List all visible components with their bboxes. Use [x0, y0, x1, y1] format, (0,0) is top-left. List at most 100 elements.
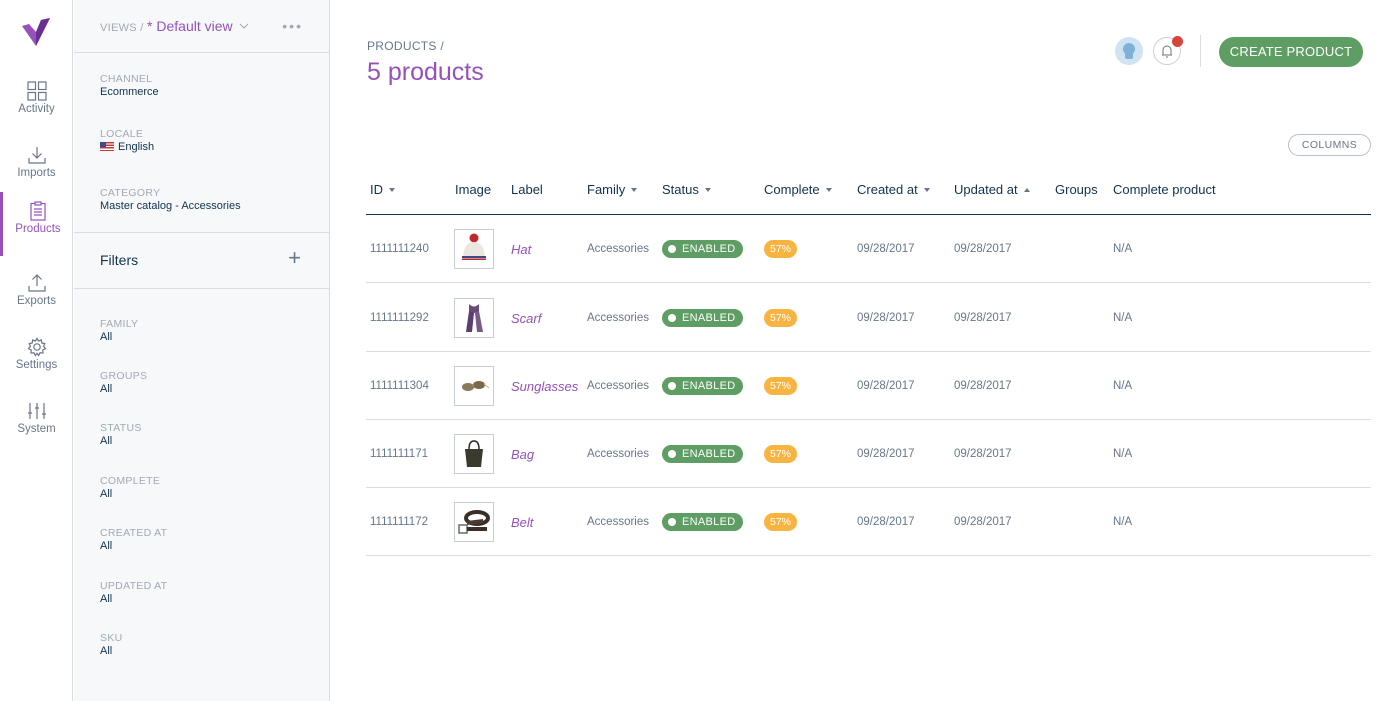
filter-key: COMPLETE: [100, 475, 161, 487]
product-image-scarf: [454, 298, 494, 338]
column-header-image: Image: [455, 182, 491, 197]
table-row[interactable]: 1111111292 Scarf Accessories ENABLED 57%…: [366, 284, 1371, 352]
cell-updated-at: 09/28/2017: [954, 516, 1012, 528]
sort-caret-icon: [825, 188, 832, 192]
views-selector[interactable]: VIEWS / * Default view: [100, 18, 249, 34]
cell-label[interactable]: Hat: [511, 215, 531, 283]
divider: [74, 52, 330, 53]
nav-label-settings: Settings: [15, 359, 58, 371]
cell-created-at: 09/28/2017: [857, 516, 915, 528]
cell-id: 1111111304: [370, 380, 429, 392]
add-filter-icon[interactable]: +: [288, 247, 301, 269]
cell-complete-product: N/A: [1113, 516, 1133, 528]
cell-label[interactable]: Scarf: [511, 284, 541, 352]
user-avatar[interactable]: [1115, 37, 1143, 65]
filter-value: All: [100, 488, 113, 500]
cell-complete-product: N/A: [1113, 448, 1133, 460]
column-header-label: Complete product: [1113, 182, 1216, 197]
nav-item-products[interactable]: Products: [0, 192, 73, 256]
product-image-hat: [454, 229, 494, 269]
status-dot-icon: [668, 518, 676, 526]
columns-button[interactable]: COLUMNS: [1288, 134, 1371, 156]
chevron-down-icon: [239, 23, 249, 29]
cell-updated-at: 09/28/2017: [954, 448, 1012, 460]
table-row[interactable]: 1111111240 Hat Accessories ENABLED 57% 0…: [366, 215, 1371, 283]
products-icon: [30, 201, 46, 221]
status-text: ENABLED: [682, 380, 736, 392]
column-header-created-at[interactable]: Created at: [857, 182, 930, 197]
divider: [74, 288, 330, 289]
cell-family: Accessories: [587, 312, 649, 324]
category-label: CATEGORY: [100, 187, 161, 199]
table-row[interactable]: 1111111172 Belt Accessories ENABLED 57% …: [366, 488, 1371, 556]
nav-item-activity[interactable]: Activity: [0, 72, 73, 136]
column-header-label: Created at: [857, 182, 918, 197]
imports-icon: [27, 147, 46, 164]
filter-updated-at[interactable]: UPDATED AT All: [100, 580, 167, 605]
column-header-id[interactable]: ID: [370, 182, 395, 197]
breadcrumb[interactable]: PRODUCTS /: [367, 39, 444, 53]
cell-label[interactable]: Bag: [511, 420, 534, 488]
settings-icon: [27, 337, 46, 357]
nav-item-settings[interactable]: Settings: [0, 328, 73, 392]
nav-item-imports[interactable]: Imports: [0, 136, 73, 200]
notification-badge: [1172, 36, 1183, 47]
table-row[interactable]: 1111111171 Bag Accessories ENABLED 57% 0…: [366, 420, 1371, 488]
cell-label[interactable]: Sunglasses: [511, 352, 578, 420]
cell-id: 1111111171: [370, 448, 428, 460]
page-title: 5 products: [367, 58, 484, 86]
filter-family[interactable]: FAMILY All: [100, 318, 138, 343]
column-header-family[interactable]: Family: [587, 182, 638, 197]
column-header-label: Label: [511, 182, 543, 197]
completeness-badge: 57%: [764, 309, 798, 327]
nav-item-system[interactable]: System: [0, 392, 73, 456]
cell-updated-at: 09/28/2017: [954, 380, 1012, 392]
create-product-button[interactable]: CREATE PRODUCT: [1219, 37, 1363, 67]
current-view-name: * Default view: [147, 18, 233, 34]
nav-label-imports: Imports: [17, 167, 56, 179]
cell-label[interactable]: Belt: [511, 488, 533, 556]
cell-complete-product: N/A: [1113, 380, 1133, 392]
locale-label: LOCALE: [100, 128, 144, 140]
sort-caret-icon: [389, 188, 395, 192]
activity-icon: [26, 81, 47, 101]
cell-family: Accessories: [587, 243, 649, 255]
belt-icon: [458, 510, 490, 534]
akeneo-logo-icon[interactable]: [19, 14, 53, 48]
filter-sku[interactable]: SKU All: [100, 632, 123, 657]
filter-value: All: [100, 383, 113, 395]
status-badge: ENABLED: [662, 445, 744, 463]
locale-switcher[interactable]: LOCALE English: [100, 128, 154, 153]
cell-created-at: 09/28/2017: [857, 312, 915, 324]
status-text: ENABLED: [682, 448, 736, 460]
column-header-status[interactable]: Status: [662, 182, 711, 197]
filter-groups[interactable]: GROUPS All: [100, 370, 147, 395]
filter-status[interactable]: STATUS All: [100, 422, 142, 447]
column-header-label: Label: [511, 182, 543, 197]
nav-item-exports[interactable]: Exports: [0, 264, 73, 328]
sort-caret-icon: [923, 188, 930, 192]
column-header-complete[interactable]: Complete: [764, 182, 832, 197]
divider: [1200, 35, 1201, 67]
cell-id: 1111111240: [370, 243, 429, 255]
filter-key: UPDATED AT: [100, 580, 168, 592]
sort-caret-icon: [704, 188, 711, 192]
status-text: ENABLED: [682, 516, 736, 528]
more-options-icon[interactable]: •••: [282, 18, 303, 34]
nav-label-system: System: [17, 423, 56, 435]
status-dot-icon: [668, 382, 676, 390]
filter-key: STATUS: [100, 422, 142, 434]
cell-complete-product: N/A: [1113, 243, 1133, 255]
table-row[interactable]: 1111111304 Sunglasses Accessories ENABLE…: [366, 352, 1371, 420]
category-selector[interactable]: CATEGORY Master catalog - Accessories: [100, 187, 241, 212]
filter-complete[interactable]: COMPLETE All: [100, 475, 160, 500]
cell-family: Accessories: [587, 380, 649, 392]
filter-created-at[interactable]: CREATED AT All: [100, 527, 167, 552]
notifications-button[interactable]: [1153, 36, 1183, 65]
cell-family: Accessories: [587, 448, 649, 460]
product-image-belt: [454, 502, 494, 542]
column-header-updated-at[interactable]: Updated at: [954, 182, 1030, 197]
status-badge: ENABLED: [662, 240, 744, 258]
channel-switcher[interactable]: CHANNEL Ecommerce: [100, 73, 159, 98]
filters-title: Filters: [100, 252, 139, 268]
